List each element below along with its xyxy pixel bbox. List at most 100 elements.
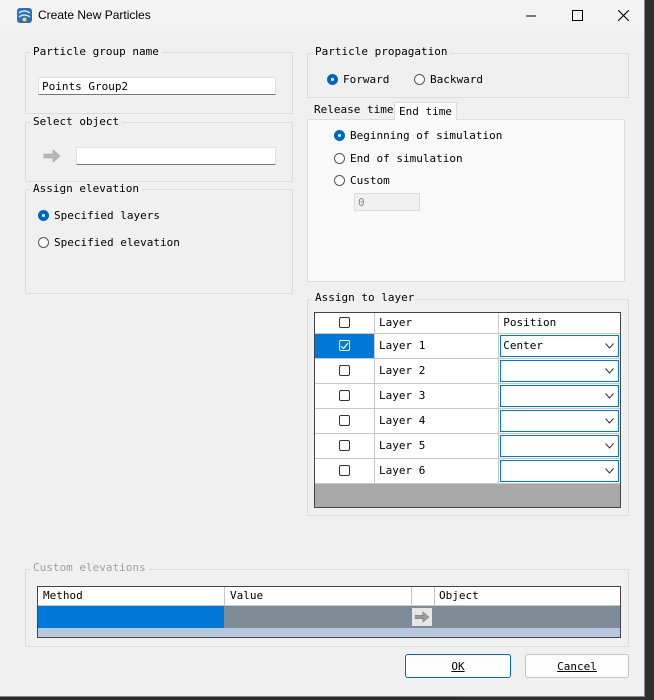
chevron-down-icon <box>605 342 614 349</box>
minimize-button[interactable] <box>508 0 554 31</box>
title-bar: Create New Particles <box>0 0 644 31</box>
chevron-down-icon <box>605 467 614 474</box>
column-header-layer[interactable]: Layer <box>374 313 500 334</box>
table-row[interactable]: Layer 2 <box>315 358 620 384</box>
row-checkbox-cell[interactable] <box>315 408 376 434</box>
radio-unselected-icon <box>334 175 345 186</box>
layer-table: Layer Position Layer 1 Center Layer 2 La… <box>315 313 620 484</box>
row-checkbox-cell[interactable] <box>315 458 376 484</box>
radio-label: Specified layers <box>54 209 160 222</box>
method-cell[interactable] <box>38 606 224 628</box>
position-dropdown[interactable]: Center <box>500 334 619 357</box>
position-cell[interactable] <box>498 408 620 434</box>
column-header-object[interactable]: Object <box>439 589 479 602</box>
tab-release-time[interactable]: Release time <box>310 101 397 119</box>
checkmark-icon <box>340 342 349 349</box>
maximize-button[interactable] <box>554 0 600 31</box>
row-checkbox[interactable] <box>339 440 351 451</box>
radio-label: Custom <box>350 174 390 187</box>
column-header-position[interactable]: Position <box>498 313 620 334</box>
column-divider <box>224 587 225 605</box>
radio-selected-icon <box>334 130 345 141</box>
radio-unselected-icon <box>414 74 425 85</box>
layer-grid: Layer Position Layer 1 Center Layer 2 La… <box>314 312 621 508</box>
position-dropdown[interactable] <box>500 359 619 382</box>
chevron-down-icon <box>605 367 614 374</box>
radio-selected-icon <box>38 210 49 221</box>
position-value: Center <box>503 338 544 352</box>
position-cell[interactable] <box>498 383 620 409</box>
row-checkbox[interactable] <box>339 465 351 476</box>
column-header-method[interactable]: Method <box>43 589 83 602</box>
row-checkbox-cell[interactable] <box>315 383 376 409</box>
close-icon <box>617 10 629 21</box>
position-cell[interactable] <box>498 433 620 459</box>
layer-name-cell: Layer 4 <box>374 408 500 434</box>
position-cell[interactable] <box>498 458 620 484</box>
radio-beginning-of-simulation[interactable]: Beginning of simulation <box>334 129 502 142</box>
select-object-arrow-button[interactable] <box>41 146 63 166</box>
particle-group-name-label: Particle group name <box>30 46 162 58</box>
particle-propagation-label: Particle propagation <box>312 46 451 58</box>
radio-forward[interactable]: Forward <box>327 73 389 86</box>
position-dropdown[interactable] <box>500 434 619 457</box>
custom-elevations-label: Custom elevations <box>30 562 149 574</box>
row-checkbox[interactable] <box>339 390 351 401</box>
row-checkbox[interactable] <box>339 340 351 351</box>
radio-specified-elevation[interactable]: Specified elevation <box>38 236 180 249</box>
column-divider <box>434 587 435 605</box>
row-checkbox[interactable] <box>339 415 351 426</box>
layer-name-cell: Layer 6 <box>374 458 500 484</box>
column-header-value[interactable]: Value <box>230 589 263 602</box>
object-arrow-button[interactable] <box>412 608 432 626</box>
layer-name-cell: Layer 1 <box>374 333 500 359</box>
row-checkbox-cell[interactable] <box>315 433 376 459</box>
custom-elevations-grid: Method Value Object <box>37 586 621 638</box>
table-row[interactable]: Layer 1 Center <box>315 333 620 359</box>
select-object-input[interactable] <box>76 147 276 165</box>
position-cell[interactable]: Center <box>498 333 620 359</box>
position-cell[interactable] <box>498 358 620 384</box>
radio-unselected-icon <box>38 237 49 248</box>
ok-button-label: OK <box>451 659 465 673</box>
position-dropdown[interactable] <box>500 384 619 407</box>
radio-specified-layers[interactable]: Specified layers <box>38 209 160 222</box>
radio-custom[interactable]: Custom <box>334 174 390 187</box>
table-row[interactable]: Layer 3 <box>315 383 620 409</box>
custom-elevations-header <box>38 587 620 606</box>
select-all-checkbox[interactable] <box>339 317 351 329</box>
assign-to-layer-label: Assign to layer <box>312 292 418 304</box>
ok-button[interactable]: OK <box>405 654 511 678</box>
radio-unselected-icon <box>334 153 345 164</box>
row-checkbox[interactable] <box>339 365 351 376</box>
position-dropdown[interactable] <box>500 409 619 432</box>
radio-label: Specified elevation <box>54 236 180 249</box>
select-all-cell[interactable] <box>315 313 376 334</box>
layer-name-cell: Layer 3 <box>374 383 500 409</box>
row-checkbox-cell[interactable] <box>315 333 376 359</box>
table-row[interactable]: Layer 5 <box>315 433 620 459</box>
select-object-label: Select object <box>30 116 123 128</box>
radio-end-of-simulation[interactable]: End of simulation <box>334 152 463 165</box>
minimize-icon <box>526 15 536 16</box>
tab-end-time[interactable]: End time <box>394 102 457 120</box>
table-row[interactable]: Layer 6 <box>315 458 620 484</box>
table-row[interactable]: Layer 4 <box>315 408 620 434</box>
table-row <box>38 628 620 637</box>
cancel-button-label: Cancel <box>557 659 597 673</box>
arrow-right-icon <box>414 611 430 623</box>
radio-backward[interactable]: Backward <box>414 73 483 86</box>
row-checkbox-cell[interactable] <box>315 358 376 384</box>
window-title: Create New Particles <box>38 8 151 22</box>
chevron-down-icon <box>605 417 614 424</box>
close-button[interactable] <box>600 0 646 31</box>
radio-label: Backward <box>430 73 483 86</box>
position-dropdown[interactable] <box>500 459 619 482</box>
radio-label: Beginning of simulation <box>350 129 503 142</box>
cancel-button[interactable]: Cancel <box>525 654 629 678</box>
custom-time-input[interactable]: 0 <box>354 193 420 211</box>
chevron-down-icon <box>605 442 614 449</box>
particle-group-name-input[interactable]: Points Group2 <box>38 77 276 95</box>
dialog-window: Create New Particles Particle group name… <box>0 0 645 697</box>
layer-name-cell: Layer 5 <box>374 433 500 459</box>
